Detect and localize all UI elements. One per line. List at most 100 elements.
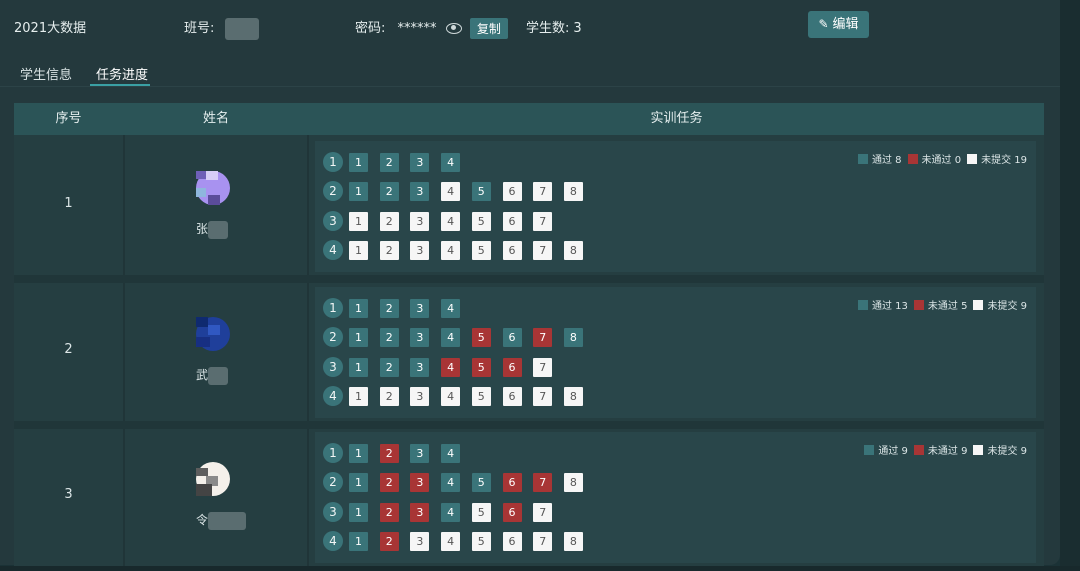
task-square[interactable]: 1 (349, 502, 368, 522)
task-square[interactable]: 8 (563, 328, 583, 348)
task-square[interactable]: 7 (533, 211, 553, 231)
task-square[interactable]: 6 (502, 240, 522, 260)
task-square[interactable]: 6 (502, 357, 522, 377)
task-square[interactable]: 1 (349, 240, 368, 260)
task-square[interactable]: 5 (471, 211, 491, 231)
task-square[interactable]: 3 (410, 240, 430, 260)
task-group-number: 3 (323, 356, 343, 377)
task-square[interactable]: 6 (502, 531, 522, 551)
task-square[interactable]: 2 (379, 328, 399, 348)
task-square[interactable]: 2 (379, 299, 399, 318)
task-square[interactable]: 5 (471, 502, 491, 522)
task-square[interactable]: 8 (563, 531, 583, 551)
task-square[interactable]: 8 (563, 386, 583, 406)
password-label: 密码: (355, 21, 386, 36)
task-square[interactable]: 5 (471, 357, 491, 377)
task-square[interactable]: 6 (502, 211, 522, 231)
task-square[interactable]: 7 (533, 473, 553, 493)
task-square[interactable]: 3 (410, 357, 430, 377)
task-square[interactable]: 2 (379, 153, 399, 172)
task-square[interactable]: 1 (349, 211, 368, 231)
task-square[interactable]: 8 (563, 182, 583, 202)
task-square[interactable]: 6 (502, 502, 522, 522)
task-square[interactable]: 7 (533, 502, 553, 522)
task-square[interactable]: 6 (502, 473, 522, 493)
eye-icon[interactable] (445, 23, 462, 34)
task-square[interactable]: 1 (349, 444, 368, 463)
row-index: 3 (64, 487, 73, 502)
task-square[interactable]: 1 (349, 357, 368, 377)
task-square[interactable]: 6 (502, 182, 522, 202)
task-square[interactable]: 4 (441, 211, 461, 231)
task-square[interactable]: 8 (563, 240, 583, 260)
task-square[interactable]: 4 (441, 357, 461, 377)
task-group-row: 11234 (323, 443, 613, 463)
task-square[interactable]: 3 (410, 531, 430, 551)
copy-button[interactable]: 复制 (469, 18, 508, 39)
task-square[interactable]: 5 (471, 182, 491, 202)
task-square[interactable]: 7 (533, 182, 553, 202)
class-title: 2021大数据 (14, 21, 87, 36)
table-header: 序号 姓名 实训任务 (14, 103, 1044, 135)
task-square[interactable]: 1 (349, 328, 368, 348)
task-square[interactable]: 8 (563, 473, 583, 493)
task-square[interactable]: 6 (502, 386, 522, 406)
tabs-divider (0, 86, 1060, 87)
task-square[interactable]: 1 (349, 531, 368, 551)
task-square[interactable]: 2 (379, 211, 399, 231)
task-square[interactable]: 5 (471, 240, 491, 260)
task-group-row: 31234567 (323, 501, 613, 522)
task-square[interactable]: 3 (410, 211, 430, 231)
task-square[interactable]: 7 (533, 328, 553, 348)
legend-label-none: 未提交 9 (987, 446, 1027, 457)
task-group-row: 412345678 (323, 239, 613, 260)
task-square[interactable]: 4 (441, 299, 461, 318)
task-square[interactable]: 1 (349, 473, 368, 493)
task-square[interactable]: 2 (379, 357, 399, 377)
task-square[interactable]: 5 (471, 531, 491, 551)
task-group-row: 212345678 (323, 181, 613, 202)
task-square[interactable]: 4 (441, 328, 461, 348)
task-square[interactable]: 4 (441, 502, 461, 522)
task-square[interactable]: 1 (349, 153, 368, 172)
task-square[interactable]: 4 (441, 444, 461, 463)
task-square[interactable]: 6 (502, 328, 522, 348)
task-square[interactable]: 2 (379, 502, 399, 522)
task-square[interactable]: 2 (379, 386, 399, 406)
task-square[interactable]: 5 (471, 328, 491, 348)
row-index: 1 (64, 196, 73, 211)
task-square[interactable]: 4 (441, 531, 461, 551)
task-square[interactable]: 4 (441, 153, 461, 172)
task-square[interactable]: 2 (379, 444, 399, 463)
task-square[interactable]: 4 (441, 473, 461, 493)
task-square[interactable]: 4 (441, 182, 461, 202)
task-square[interactable]: 7 (533, 386, 553, 406)
task-square[interactable]: 5 (471, 386, 491, 406)
task-square[interactable]: 2 (379, 240, 399, 260)
task-square[interactable]: 7 (533, 357, 553, 377)
task-square[interactable]: 4 (441, 240, 461, 260)
task-square[interactable]: 3 (410, 328, 430, 348)
task-square[interactable]: 3 (410, 444, 430, 463)
task-square[interactable]: 1 (349, 386, 368, 406)
task-square[interactable]: 7 (533, 531, 553, 551)
task-square[interactable]: 3 (410, 153, 430, 172)
task-square[interactable]: 3 (410, 299, 430, 318)
task-square[interactable]: 3 (410, 473, 430, 493)
task-square[interactable]: 3 (410, 502, 430, 522)
tab-task-progress[interactable]: 任务进度 (96, 64, 148, 83)
task-progress-box: 1 1 2 3 4 2 1 2 3 4 5 6 7 8 3 1 2 3 4 5 6 7 4 1 2 3 4 5 6 7 8 通过 9 未通过 9… (315, 432, 1036, 563)
task-square[interactable]: 3 (410, 182, 430, 202)
task-square[interactable]: 2 (379, 473, 399, 493)
task-square[interactable]: 2 (379, 531, 399, 551)
task-square[interactable]: 5 (471, 473, 491, 493)
task-square[interactable]: 1 (349, 299, 368, 318)
task-group-number: 3 (323, 501, 343, 522)
edit-button[interactable]: ✎ 编辑 (808, 11, 869, 38)
task-square[interactable]: 3 (410, 386, 430, 406)
task-square[interactable]: 4 (441, 386, 461, 406)
task-square[interactable]: 1 (349, 182, 368, 202)
task-square[interactable]: 7 (533, 240, 553, 260)
task-square[interactable]: 2 (379, 182, 399, 202)
tab-student-info[interactable]: 学生信息 (20, 64, 72, 83)
